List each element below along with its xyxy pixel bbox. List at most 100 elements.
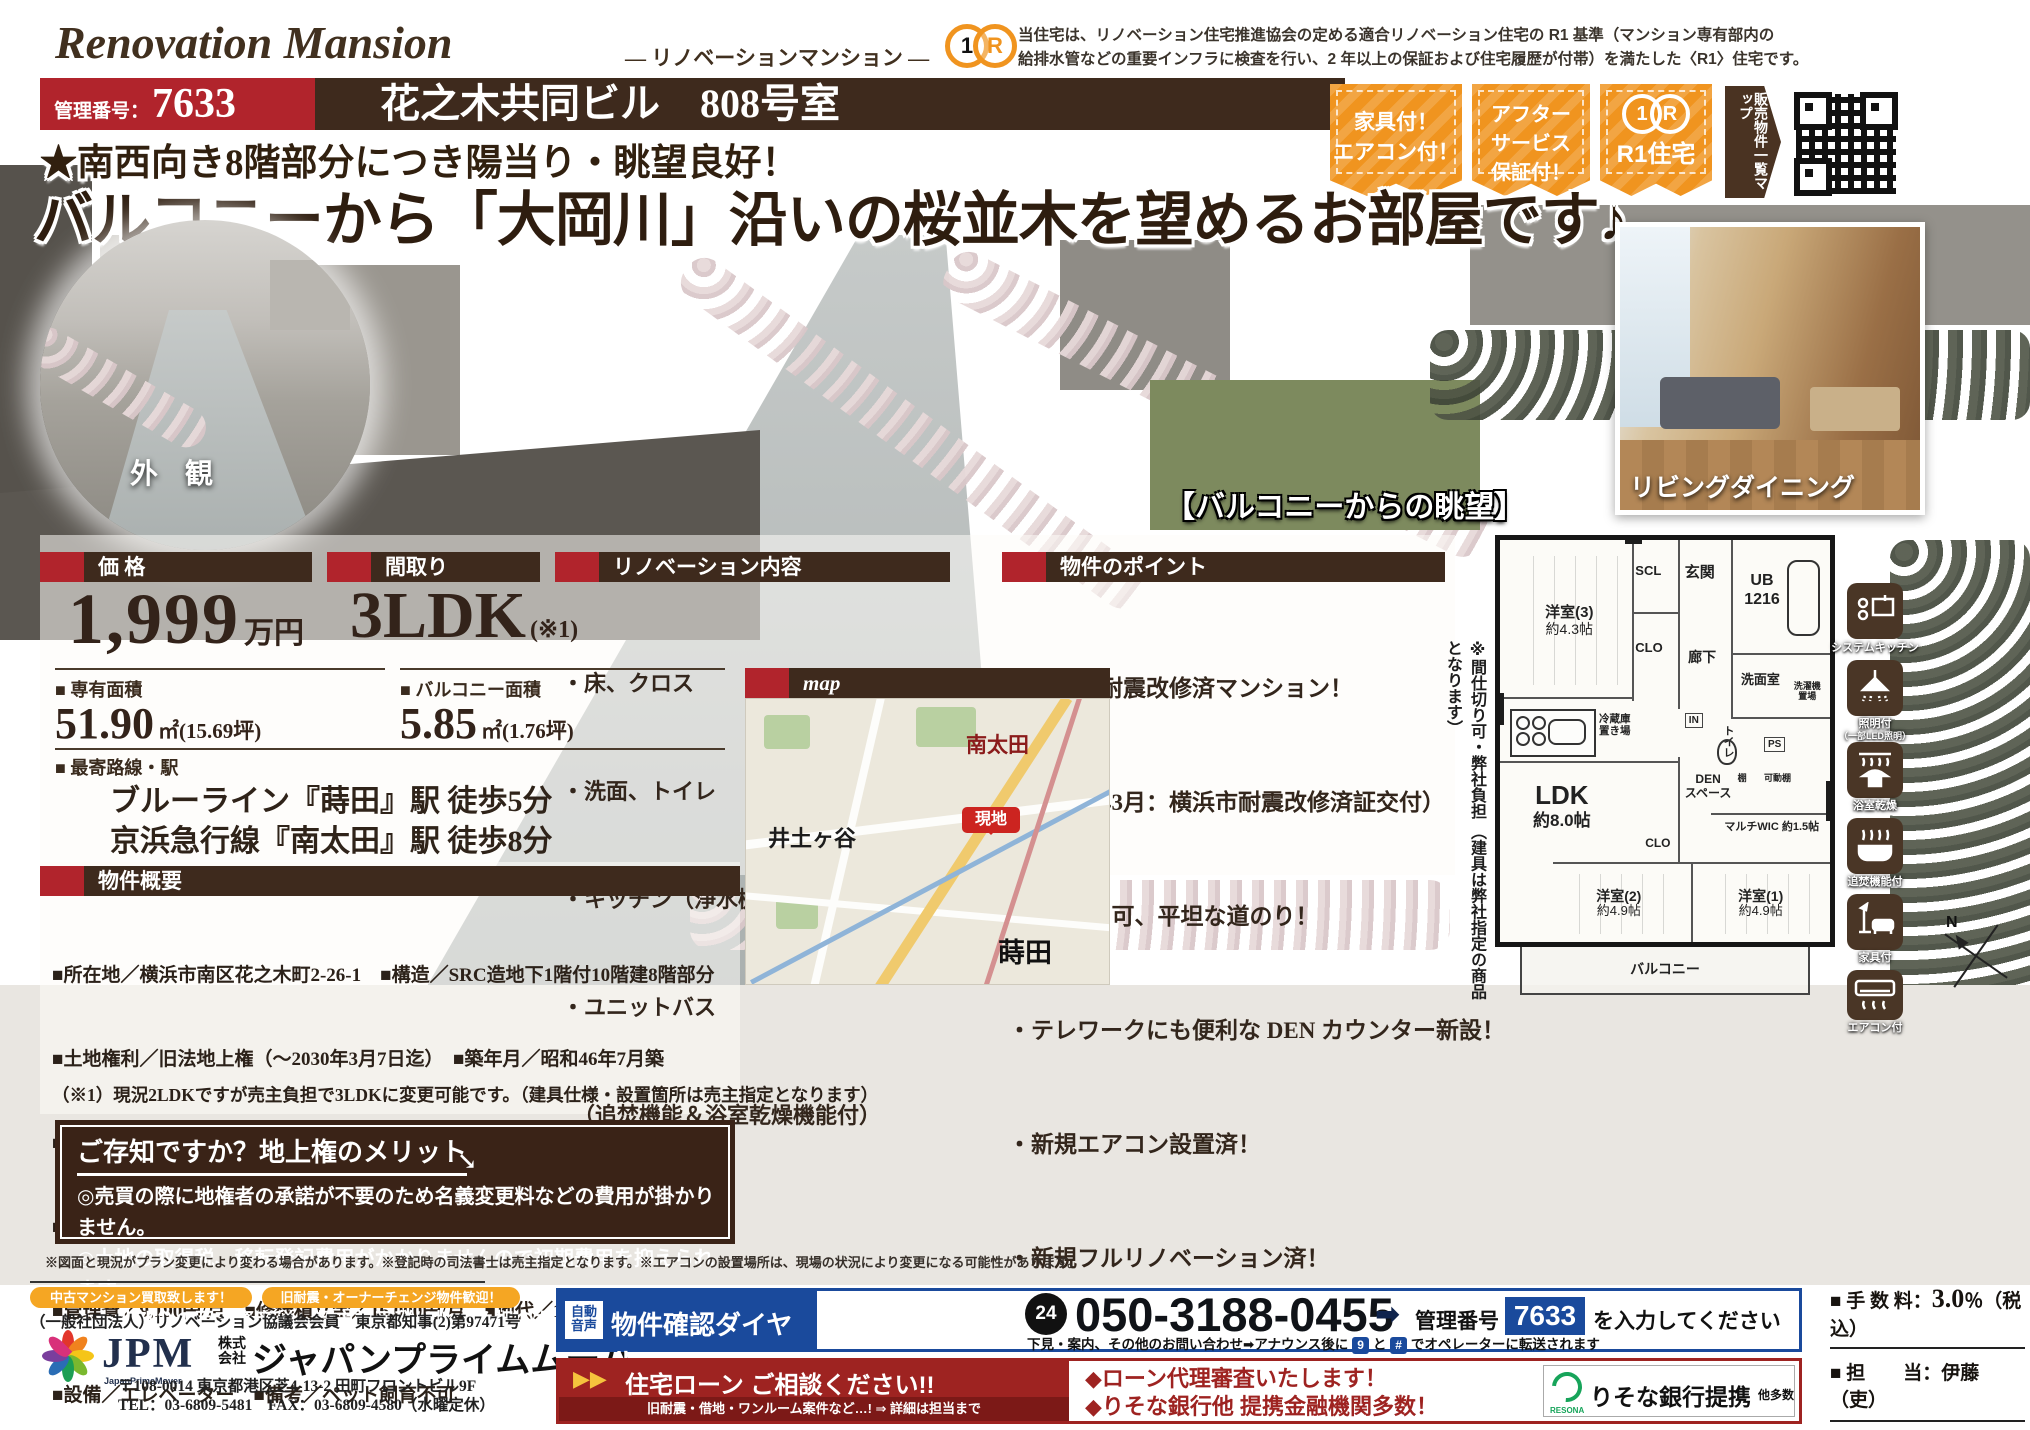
reheating-bath-icon: [1847, 818, 1903, 874]
feature-label: 家具付: [1815, 952, 1935, 964]
room-yoshitsu1: 洋室(1) 約4.9帖: [1705, 874, 1817, 934]
room-kadodana: 可動棚: [1764, 773, 1791, 783]
bathtub-shape: [1787, 560, 1820, 636]
resona-logo-icon: [1546, 1366, 1588, 1408]
r1-disclaimer: 当住宅は、リノベーション住宅推進協会の定める適合リノベーション住宅の R1 基準…: [1018, 24, 2018, 72]
room-den: DEN スペース: [1685, 773, 1732, 801]
map-header: map: [745, 668, 1110, 698]
bath-dryer-icon: [1847, 742, 1903, 798]
map-station-idogaya: 井土ヶ谷: [768, 821, 856, 853]
auto-voice-badge: 自動 音声: [565, 1301, 603, 1339]
arrow-down-right-icon: ↘: [457, 1146, 477, 1176]
room-yoshitsu3: 洋室(3) 約4.3帖: [1513, 556, 1625, 685]
feature-label: 照明付 （一部LED照明）: [1815, 718, 1935, 742]
brand-subtitle: ― リノベーションマンション ―: [625, 42, 929, 72]
kanri-number: 7633: [152, 80, 236, 128]
system-kitchen-icon: [1847, 583, 1903, 639]
badge-owner-change: 旧耐震・オーナーチェンジ物件歓迎！: [262, 1287, 520, 1308]
area-value: 51.90 ㎡(15.69坪): [55, 698, 261, 749]
living-caption: リビングダイニング: [1630, 468, 1855, 504]
room-wic: マルチWIC 約1.5帖: [1724, 821, 1819, 834]
feature-label: システムキッチン: [1815, 642, 1935, 654]
phone-24h-icon: 24: [1025, 1293, 1067, 1335]
overview-note: （※1）現況2LDKですが売主負担で3LDKに変更可能です。（建具仕様・設置箇所…: [52, 1082, 878, 1107]
loan-arrows: ▶▶: [573, 1366, 607, 1392]
loan-bar: ▶▶ 住宅ローン ご相談ください!! 旧耐震・借地・ワンルーム案件など…! ⇒ …: [556, 1358, 1802, 1424]
building-title: 花之木共同ビル 808号室: [315, 78, 1345, 130]
dial-bar: 自動 音声 物件確認ダイヤル 24 050-3188-0455 ➡ 管理番号 7…: [556, 1288, 1802, 1352]
resona-text: りそな銀行提携: [1590, 1378, 1751, 1412]
table-shape: [1810, 387, 1900, 431]
room-genkan: 玄関: [1685, 564, 1715, 581]
divider: [55, 668, 385, 670]
map-station-maita: 蒔田: [998, 931, 1052, 970]
fine-print: ※図面と現況がプラン変更により変わる場合があります。※登記時の司法書士は売主指定…: [45, 1252, 1080, 1271]
floorplan: 洋室(3) 約4.3帖 SCL 玄関 UB 1216 CLO 廊下 洗面室 洗濯…: [1495, 535, 1835, 947]
jpm-logo-text: JPM: [102, 1330, 194, 1378]
furniture-icon: [1847, 894, 1903, 950]
room-ub: UB 1216: [1744, 572, 1780, 609]
kanri-number-box: 管理番号： 7633: [40, 78, 315, 130]
chijoken-box: ご存知ですか？地上権のメリット ↘ ◎売買の際に地権者の承諾が不要のため名義変更…: [55, 1120, 735, 1244]
r1-badge-icon: 1 R: [1600, 94, 1712, 130]
association-line: （一般社団法人）リノベーション協議会会員 東京都知事(2)第97471号: [30, 1310, 521, 1332]
jpm-logo-icon: [38, 1330, 98, 1386]
feature-label: 追焚機能付: [1815, 876, 1935, 888]
room-clo2: CLO: [1645, 837, 1670, 851]
madori-value: 3LDK (※1): [350, 578, 578, 654]
room-rouka: 廊下: [1688, 649, 1716, 665]
points-header: 物件のポイント: [1002, 552, 1445, 582]
agent-info: ■ 手 数 料：3.0％（税込） ■ 担 当：伊藤（吏） ■ 電話番号：080-…: [1830, 1284, 2025, 1430]
price-value: 1,999 万円: [68, 578, 304, 661]
loan-subtitle: 旧耐震・借地・ワンルーム案件など…! ⇒ 詳細は担当まで: [559, 1397, 1069, 1421]
floorplan-side-note: ※間仕切り可・弊社負担 （建具は弊社指定の商品となります）: [1440, 640, 1492, 1000]
access-line2: 京浜急行線『南太田』駅 徒歩8分: [110, 816, 553, 860]
loan-item2: ◆りそな銀行他 提携金融機関多数！: [1085, 1393, 1438, 1420]
resona-box: RESONA りそな銀行提携 他多数: [1543, 1365, 1795, 1417]
renovation-header: リノベーション内容: [555, 552, 950, 582]
flyer-canvas: Renovation Mansion ― リノベーションマンション ― 管理番号…: [0, 0, 2030, 1430]
compass-icon: N: [1938, 918, 2014, 994]
balcony-area-value: 5.85 ㎡(1.76坪): [400, 698, 574, 749]
map-station-minamiota: 南太田: [966, 729, 1029, 759]
overview-header: 物件概要: [40, 866, 740, 896]
lighting-icon: [1847, 660, 1903, 716]
agent-person: ■ 担 当：伊藤（吏）: [1830, 1349, 2025, 1422]
room-yoshitsu2: 洋室(2) 約4.9帖: [1559, 874, 1678, 934]
room-in: IN: [1685, 713, 1703, 729]
map: 南太田 井土ヶ谷 蒔田 現地: [745, 698, 1110, 985]
badge-kaitori: 中古マンション買取致します！: [30, 1287, 252, 1308]
company-tel: TEL：03-6809-5481 FAX：03-6809-4580（水曜定休）: [118, 1393, 495, 1415]
room-scl: SCL: [1635, 564, 1661, 579]
room-sentaku: 洗濯機 置場: [1794, 681, 1821, 702]
company-prefix: 株式 会社: [218, 1336, 246, 1366]
room-ldk: LDK 約8.0帖: [1533, 781, 1591, 830]
room-reizoko: 冷蔵庫 置き場: [1599, 713, 1631, 737]
kitchen-counter: [1510, 709, 1596, 757]
chijoken-title: ご存知ですか？地上権のメリット: [77, 1132, 467, 1176]
kanri-label: 管理番号：: [54, 96, 149, 123]
feature-label: エアコン付: [1815, 1022, 1935, 1034]
access-line1: ブルーライン『蒔田』駅 徒歩5分: [110, 776, 553, 820]
brand-title: Renovation Mansion: [55, 16, 453, 69]
exterior-caption: 外 観: [130, 452, 223, 492]
qr-code: [1786, 84, 1906, 204]
sofa-shape: [1660, 377, 1780, 429]
balcony-view-caption: 【バルコニーからの眺望】: [1165, 482, 1524, 526]
room-senmen: 洗面室: [1741, 673, 1780, 688]
exterior-photo: [40, 220, 370, 550]
dial-title-block: 自動 音声 物件確認ダイヤル: [559, 1291, 817, 1349]
arrow-right-icon: ➡: [1375, 1297, 1400, 1332]
dial-subline: 下見・案内、その他のお問い合わせ➡アナウンス後に 9 と # でオペレーターに転…: [1027, 1333, 1600, 1354]
room-tana: 棚: [1738, 773, 1747, 783]
room-clo: CLO: [1635, 641, 1662, 656]
feature-label: 浴室乾燥: [1815, 800, 1935, 812]
footer-divider: [30, 1281, 485, 1283]
loan-item1: ◆ローン代理審査いたします！: [1085, 1365, 1387, 1392]
loan-title-block: ▶▶ 住宅ローン ご相談ください!!: [559, 1361, 1069, 1397]
dial-kanri-label: 管理番号: [1415, 1305, 1499, 1335]
balcony-strip: バルコニー: [1520, 947, 1810, 995]
room-ps: PS: [1764, 737, 1785, 753]
map-here-badge: 現地: [962, 807, 1020, 833]
loan-title: 住宅ローン ご相談ください!!: [625, 1365, 934, 1400]
